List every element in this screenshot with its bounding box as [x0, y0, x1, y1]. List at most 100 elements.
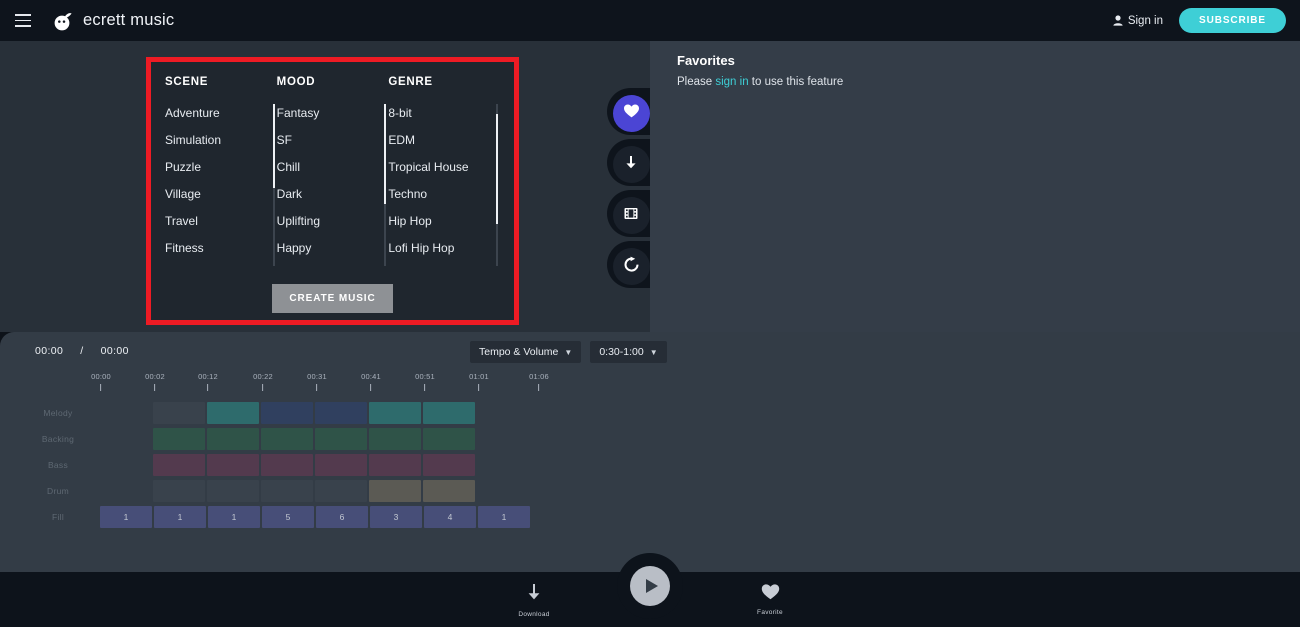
- genre-scrollbar[interactable]: [496, 104, 499, 266]
- selector-columns: SCENE Adventure Simulation Puzzle Villag…: [151, 62, 514, 266]
- timeline-header: 00:00 / 00:00 Tempo & Volume ▼ 0:30-1:00…: [0, 332, 1300, 372]
- mood-scrollbar[interactable]: [384, 104, 387, 266]
- clip[interactable]: [423, 454, 475, 476]
- clip[interactable]: [369, 402, 421, 424]
- fill-clip[interactable]: 3: [370, 506, 422, 528]
- genre-item[interactable]: Techno: [388, 181, 490, 208]
- download-button[interactable]: Download: [499, 583, 569, 618]
- play-button[interactable]: [630, 566, 670, 606]
- clip[interactable]: [153, 480, 205, 502]
- track-row: Melody: [0, 400, 1300, 426]
- create-music-button[interactable]: CREATE MUSIC: [272, 284, 393, 313]
- current-time: 00:00: [35, 345, 64, 357]
- mood-item[interactable]: Dark: [277, 181, 379, 208]
- genre-item[interactable]: 8-bit: [388, 100, 490, 127]
- genre-item[interactable]: EDM: [388, 127, 490, 154]
- fill-clip[interactable]: 1: [478, 506, 530, 528]
- download-rail-button[interactable]: [612, 146, 650, 183]
- selector-column-scene: SCENE Adventure Simulation Puzzle Villag…: [165, 76, 277, 266]
- scene-item[interactable]: Adventure: [165, 100, 267, 127]
- clip[interactable]: [261, 402, 313, 424]
- ruler-tick-label: 00:00: [91, 372, 111, 381]
- clip[interactable]: [369, 480, 421, 502]
- clip[interactable]: [423, 402, 475, 424]
- clip[interactable]: [423, 428, 475, 450]
- clip[interactable]: [369, 428, 421, 450]
- favorite-button[interactable]: Favorite: [735, 583, 805, 616]
- fill-clip[interactable]: 1: [100, 506, 152, 528]
- favorites-title: Favorites: [677, 53, 735, 68]
- download-label: Download: [518, 611, 550, 618]
- clip[interactable]: [207, 402, 259, 424]
- scene-item[interactable]: Travel: [165, 208, 267, 235]
- scene-item[interactable]: Simulation: [165, 127, 267, 154]
- hamburger-icon[interactable]: [10, 8, 36, 34]
- genre-item[interactable]: Lofi Hip Hop: [388, 235, 490, 262]
- track-clips-melody: [153, 400, 475, 426]
- genre-scrollbar-thumb[interactable]: [496, 113, 499, 224]
- genre-list: 8-bit EDM Tropical House Techno Hip Hop …: [388, 100, 490, 262]
- track-clips-bass: [153, 452, 475, 478]
- favorite-rail-button[interactable]: [612, 95, 650, 132]
- genre-item[interactable]: Tropical House: [388, 154, 490, 181]
- download-arrow-icon: [623, 154, 639, 176]
- rail-slot-favorite: [607, 88, 669, 139]
- clip[interactable]: [315, 480, 367, 502]
- scene-item[interactable]: Village: [165, 181, 267, 208]
- rail-slot-video: [607, 190, 669, 241]
- ruler-tick-mark: [424, 384, 426, 391]
- favorites-signin-link[interactable]: sign in: [715, 76, 748, 88]
- clip[interactable]: [153, 454, 205, 476]
- clip[interactable]: [207, 454, 259, 476]
- ruler-tick-label: 01:06: [529, 372, 549, 381]
- heart-icon: [761, 584, 780, 605]
- brand[interactable]: ecrett music: [52, 10, 174, 32]
- clip[interactable]: [261, 480, 313, 502]
- mood-scrollbar-thumb[interactable]: [384, 104, 387, 205]
- clip[interactable]: [261, 428, 313, 450]
- duration-label: 0:30-1:00: [599, 346, 644, 358]
- scene-item[interactable]: Puzzle: [165, 154, 267, 181]
- clip[interactable]: [369, 454, 421, 476]
- video-rail-button[interactable]: [612, 197, 650, 234]
- fill-clip[interactable]: 1: [154, 506, 206, 528]
- sign-in-button[interactable]: Sign in: [1113, 15, 1163, 27]
- mood-item[interactable]: SF: [277, 127, 379, 154]
- clip[interactable]: [207, 480, 259, 502]
- mood-item[interactable]: Uplifting: [277, 208, 379, 235]
- clip[interactable]: [207, 428, 259, 450]
- ruler-tick: 00:12: [198, 372, 218, 391]
- duration-select[interactable]: 0:30-1:00 ▼: [590, 341, 667, 363]
- fill-clip[interactable]: 1: [208, 506, 260, 528]
- clip[interactable]: [315, 428, 367, 450]
- clip[interactable]: [261, 454, 313, 476]
- refresh-rail-button[interactable]: [612, 248, 650, 285]
- ruler-tick-label: 00:41: [361, 372, 381, 381]
- ruler-tick-mark: [370, 384, 372, 391]
- clip[interactable]: [153, 402, 205, 424]
- fill-clip[interactable]: 5: [262, 506, 314, 528]
- tempo-volume-select[interactable]: Tempo & Volume ▼: [470, 341, 582, 363]
- clip[interactable]: [153, 428, 205, 450]
- clip[interactable]: [423, 480, 475, 502]
- ruler-tick: 01:06: [529, 372, 549, 391]
- genre-item[interactable]: Hip Hop: [388, 208, 490, 235]
- ruler-tick-mark: [316, 384, 318, 391]
- track-row: Drum: [0, 478, 1300, 504]
- play-button-wrap: [617, 553, 683, 619]
- ruler-tick-mark: [154, 384, 156, 391]
- scene-scrollbar-thumb[interactable]: [272, 104, 275, 189]
- clip[interactable]: [315, 402, 367, 424]
- fill-clip[interactable]: 4: [424, 506, 476, 528]
- clip[interactable]: [315, 454, 367, 476]
- mood-item[interactable]: Happy: [277, 235, 379, 262]
- scene-scrollbar[interactable]: [272, 104, 275, 266]
- ruler-tick-label: 00:12: [198, 372, 218, 381]
- scene-list: Adventure Simulation Puzzle Village Trav…: [165, 100, 267, 262]
- mood-item[interactable]: Fantasy: [277, 100, 379, 127]
- fill-clip[interactable]: 6: [316, 506, 368, 528]
- subscribe-button[interactable]: SUBSCRIBE: [1179, 8, 1286, 33]
- mood-item[interactable]: Chill: [277, 154, 379, 181]
- scene-item[interactable]: Fitness: [165, 235, 267, 262]
- track-clips-backing: [153, 426, 475, 452]
